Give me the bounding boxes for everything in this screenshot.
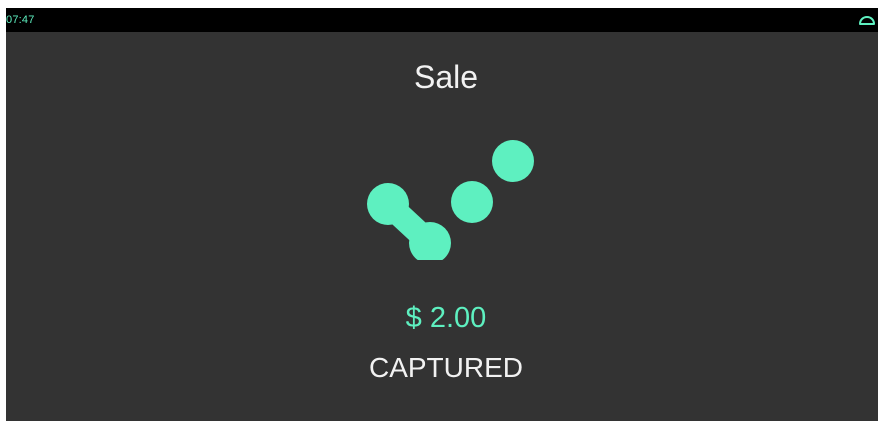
brand-dots-logo [367,140,534,260]
transaction-status: CAPTURED [368,352,523,383]
logo-dot-4 [492,140,534,182]
logo-dot-3 [451,181,493,223]
cloud-icon [859,16,875,25]
transaction-type-title: Sale [413,59,479,95]
transaction-amount: $ 2.00 [405,302,487,334]
payment-terminal-screen: 07:47 Sale $ 2.00 CAPTURED [6,8,878,421]
logo-dot-1 [367,183,409,225]
status-bar: 07:47 [6,8,878,32]
status-time: 07:47 [6,14,35,26]
